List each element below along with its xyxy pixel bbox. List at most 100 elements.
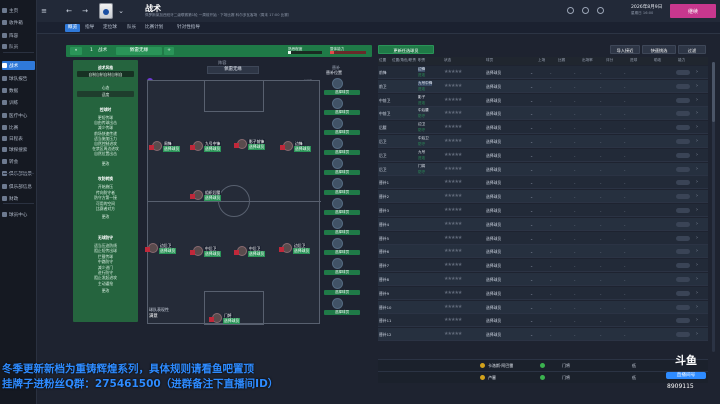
select-player-dropdown[interactable]: 选择球员: [486, 332, 501, 338]
quick-pick-button[interactable]: 快速挑选: [642, 45, 676, 54]
chevron-down-icon[interactable]: ⌄: [530, 236, 533, 241]
search-icon[interactable]: [567, 7, 574, 14]
select-player-label[interactable]: 选择球员: [204, 146, 222, 152]
chevron-down-icon[interactable]: ⌄: [530, 125, 533, 130]
column-header[interactable]: 球员: [486, 58, 493, 63]
chevron-down-icon[interactable]: ⌄: [530, 84, 533, 89]
table-row[interactable]: 替补6 ★★★★★ 选择球员 ⌄ - - - - ›: [378, 245, 708, 259]
select-player-dropdown[interactable]: 选择球员: [486, 236, 501, 242]
sub-select-button[interactable]: 选择球员: [324, 170, 360, 175]
table-row[interactable]: 替补3 ★★★★★ 选择球员 ⌄ - - - - ›: [378, 204, 708, 217]
column-header[interactable]: 进球: [630, 58, 637, 63]
select-player-dropdown[interactable]: 选择球员: [486, 291, 501, 297]
chevron-down-icon[interactable]: ⌄: [530, 70, 533, 75]
sub-select-button[interactable]: 选择球员: [324, 90, 360, 95]
column-header[interactable]: 状态: [444, 58, 451, 63]
sub-select-button[interactable]: 选择球员: [324, 270, 360, 275]
chevron-right-icon[interactable]: ›: [696, 152, 698, 158]
chevron-down-icon[interactable]: ⌄: [530, 263, 533, 268]
sidebar-item[interactable]: 队员: [2, 42, 35, 51]
chevron-right-icon[interactable]: ›: [696, 235, 698, 241]
table-row[interactable]: 中前卫 影子 进攻 ★★★★★ 选择球员 ⌄ - - - - ›: [378, 93, 708, 107]
select-player-dropdown[interactable]: 选择球员: [486, 70, 501, 76]
select-player-dropdown[interactable]: 选择球员: [486, 167, 501, 173]
column-header[interactable]: 能力: [678, 58, 685, 63]
chevron-down-icon[interactable]: ⌄: [530, 305, 533, 310]
select-player-dropdown[interactable]: 选择球员: [486, 180, 501, 186]
sub-select-button[interactable]: 选择球员: [324, 230, 360, 235]
select-player-dropdown[interactable]: 选择球员: [486, 249, 501, 255]
menu-icon[interactable]: ≡: [40, 7, 48, 15]
forward-arrow-icon[interactable]: →: [81, 7, 89, 15]
chevron-down-icon[interactable]: ⌄: [530, 208, 533, 213]
sub-select-button[interactable]: 选择球员: [324, 190, 360, 195]
club-crest[interactable]: [99, 3, 113, 19]
table-row[interactable]: 后卫 九号 进攻 ★★★★★ 选择球员 ⌄ - - - - ›: [378, 148, 708, 162]
select-player-label[interactable]: 选择球员: [248, 144, 266, 150]
chevron-down-icon[interactable]: ⌄: [530, 194, 533, 199]
select-player-dropdown[interactable]: 选择球员: [486, 98, 501, 104]
table-row[interactable]: 替补9 ★★★★★ 选择球员 ⌄ - - - - ›: [378, 286, 708, 300]
select-player-dropdown[interactable]: 选择球员: [486, 318, 501, 324]
chevron-right-icon[interactable]: ›: [696, 248, 698, 254]
select-player-dropdown[interactable]: 选择球员: [486, 263, 501, 269]
sidebar-item[interactable]: 主页: [2, 6, 35, 15]
settings-icon[interactable]: [597, 7, 604, 14]
table-row[interactable]: 替补4 ★★★★★ 选择球员 ⌄ - - - - ›: [378, 217, 708, 231]
table-row[interactable]: 替补10 ★★★★★ 选择球员 ⌄ - - - - ›: [378, 300, 708, 314]
select-player-label[interactable]: 选择球员: [163, 146, 181, 152]
chevron-down-icon[interactable]: ⌄: [530, 277, 533, 282]
chevron-down-icon[interactable]: ⌄: [530, 167, 533, 172]
chevron-right-icon[interactable]: ›: [696, 221, 698, 227]
column-header[interactable]: 职责: [418, 58, 425, 63]
column-header[interactable]: 出场率: [582, 58, 593, 63]
edit-button[interactable]: 更改: [73, 288, 138, 294]
select-player-dropdown[interactable]: 选择球员: [486, 84, 501, 90]
sidebar-item[interactable]: 球探搜索: [2, 145, 35, 154]
chevron-down-icon[interactable]: ⌄: [530, 139, 533, 144]
sidebar-item[interactable]: 日程表: [2, 134, 35, 143]
sub-select-button[interactable]: 选择球员: [324, 130, 360, 135]
column-header[interactable]: 位置: [379, 58, 386, 63]
table-row[interactable]: 后腰 边卫 防守 ★★★★★ 选择球员 ⌄ - - - - ›: [378, 121, 708, 135]
select-player-dropdown[interactable]: 选择球员: [486, 222, 501, 228]
formation-dropdown[interactable]: 佩雷无缘: [207, 66, 259, 74]
chevron-right-icon[interactable]: ›: [696, 290, 698, 296]
select-player-dropdown[interactable]: 选择球员: [486, 194, 501, 200]
collapse-button[interactable]: «: [70, 47, 82, 55]
chevron-down-icon[interactable]: ⌄: [530, 291, 533, 296]
filter-button[interactable]: 过滤: [678, 45, 706, 54]
sidebar-item[interactable]: 数据: [2, 86, 35, 95]
chevron-right-icon[interactable]: ›: [696, 166, 698, 172]
sidebar-item[interactable]: 战术: [2, 61, 35, 70]
player-row[interactable]: 卡洛斯·阿巴雷 门将 低: [378, 359, 708, 371]
column-header[interactable]: 比赛: [558, 58, 565, 63]
chevron-right-icon[interactable]: ›: [696, 262, 698, 268]
chevron-right-icon[interactable]: ›: [696, 110, 698, 116]
chevron-right-icon[interactable]: ›: [696, 331, 698, 337]
tab[interactable]: 概览: [65, 24, 81, 32]
tab[interactable]: 队长: [127, 24, 136, 32]
edit-button[interactable]: 更改: [73, 161, 138, 167]
sub-select-button[interactable]: 选择球员: [324, 250, 360, 255]
select-player-label[interactable]: 选择球员: [223, 318, 241, 324]
select-player-label[interactable]: 选择球员: [294, 146, 312, 152]
sidebar-item[interactable]: 球员中心: [2, 210, 35, 219]
select-player-label[interactable]: 选择球员: [204, 195, 222, 201]
select-player-label[interactable]: 选择球员: [204, 251, 222, 257]
column-header[interactable]: 上场: [538, 58, 545, 63]
column-header[interactable]: 位置/角色/职责: [392, 58, 416, 63]
player-name[interactable]: 卢塞: [488, 375, 496, 381]
formation-selector[interactable]: 佩雷无缘: [116, 47, 162, 55]
table-row[interactable]: 中前卫 中后腰 防守 ★★★★★ 选择球员 ⌄ - - - - ›: [378, 107, 708, 121]
chevron-down-icon[interactable]: ⌄: [530, 153, 533, 158]
select-player-dropdown[interactable]: 选择球员: [486, 277, 501, 283]
sidebar-item[interactable]: 医疗中心: [2, 111, 35, 120]
select-player-dropdown[interactable]: 选择球员: [486, 111, 501, 117]
table-row[interactable]: 后卫 门将 防守 ★★★★★ 选择球员 ⌄ - - - - ›: [378, 162, 708, 176]
tab[interactable]: 指导: [85, 24, 94, 32]
select-player-dropdown[interactable]: 选择球员: [486, 208, 501, 214]
select-player-dropdown[interactable]: 选择球员: [486, 305, 501, 311]
table-row[interactable]: 替补7 ★★★★★ 选择球员 ⌄ - - - - ›: [378, 259, 708, 273]
select-player-dropdown[interactable]: 选择球员: [486, 139, 501, 145]
